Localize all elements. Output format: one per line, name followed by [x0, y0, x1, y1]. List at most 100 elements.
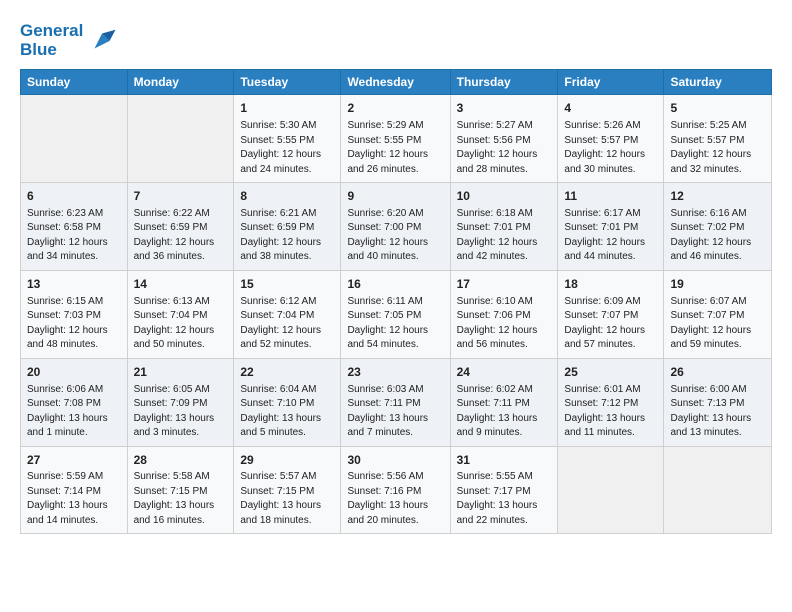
calendar-cell: 3 Sunrise: 5:27 AM Sunset: 5:56 PM Daylig… [450, 95, 558, 183]
calendar-cell: 18 Sunrise: 6:09 AM Sunset: 7:07 PM Dayli… [558, 270, 664, 358]
page: General Blue SundayMondayTuesdayWednesda… [0, 0, 792, 612]
day-number: 30 [347, 452, 443, 469]
weekday-header-thursday: Thursday [450, 70, 558, 95]
weekday-header-monday: Monday [127, 70, 234, 95]
cell-content: Sunrise: 6:01 AM Sunset: 7:12 PM Dayligh… [564, 383, 657, 441]
calendar-cell: 26Sunrise: 6:00 AM Sunset: 7:13 PM Dayli… [664, 358, 772, 446]
cell-content: Sunrise: 6:20 AM Sunset: 7:00 PM Dayligh… [347, 207, 443, 265]
cell-content: Sunrise: 6:05 AM Sunset: 7:09 PM Dayligh… [134, 383, 228, 441]
calendar-cell [127, 95, 234, 183]
day-number: 15 [240, 276, 334, 293]
cell-content: Sunrise: 6:18 AM Sunset: 7:01 PM Dayligh… [457, 207, 552, 265]
day-number: 2 [347, 100, 443, 117]
cell-content: Sunrise: 6:11 AM Sunset: 7:05 PM Dayligh… [347, 295, 443, 353]
cell-content: Sunrise: 6:00 AM Sunset: 7:13 PM Dayligh… [670, 383, 765, 441]
weekday-header-wednesday: Wednesday [341, 70, 450, 95]
calendar-cell: 17 Sunrise: 6:10 AM Sunset: 7:06 PM Dayli… [450, 270, 558, 358]
cell-content: Sunrise: 5:56 AM Sunset: 7:16 PM Dayligh… [347, 470, 443, 528]
logo-line2: Blue [20, 41, 83, 60]
day-number: 4 [564, 100, 657, 117]
cell-content: Sunrise: 6:22 AM Sunset: 6:59 PM Dayligh… [134, 207, 228, 265]
calendar-cell: 12 Sunrise: 6:16 AM Sunset: 7:02 PM Dayli… [664, 183, 772, 271]
calendar-cell: 31Sunrise: 5:55 AM Sunset: 7:17 PM Dayli… [450, 446, 558, 534]
calendar-cell: 16 Sunrise: 6:11 AM Sunset: 7:05 PM Dayli… [341, 270, 450, 358]
day-number: 27 [27, 452, 121, 469]
calendar-cell: 1 Sunrise: 5:30 AM Sunset: 5:55 PM Daylig… [234, 95, 341, 183]
cell-content: Sunrise: 6:02 AM Sunset: 7:11 PM Dayligh… [457, 383, 552, 441]
calendar-cell: 9Sunrise: 6:20 AM Sunset: 7:00 PM Daylig… [341, 183, 450, 271]
cell-content: Sunrise: 5:57 AM Sunset: 7:15 PM Dayligh… [240, 470, 334, 528]
calendar-cell: 7 Sunrise: 6:22 AM Sunset: 6:59 PM Daylig… [127, 183, 234, 271]
calendar-cell: 10Sunrise: 6:18 AM Sunset: 7:01 PM Dayli… [450, 183, 558, 271]
calendar-cell [558, 446, 664, 534]
weekday-header-row: SundayMondayTuesdayWednesdayThursdayFrid… [21, 70, 772, 95]
calendar-cell: 19Sunrise: 6:07 AM Sunset: 7:07 PM Dayli… [664, 270, 772, 358]
day-number: 7 [134, 188, 228, 205]
weekday-header-saturday: Saturday [664, 70, 772, 95]
calendar-week-row: 13Sunrise: 6:15 AM Sunset: 7:03 PM Dayli… [21, 270, 772, 358]
day-number: 1 [240, 100, 334, 117]
header: General Blue [20, 16, 772, 59]
cell-content: Sunrise: 6:21 AM Sunset: 6:59 PM Dayligh… [240, 207, 334, 265]
logo-icon [87, 26, 117, 56]
cell-content: Sunrise: 6:07 AM Sunset: 7:07 PM Dayligh… [670, 295, 765, 353]
calendar-week-row: 1 Sunrise: 5:30 AM Sunset: 5:55 PM Daylig… [21, 95, 772, 183]
cell-content: Sunrise: 6:04 AM Sunset: 7:10 PM Dayligh… [240, 383, 334, 441]
weekday-header-sunday: Sunday [21, 70, 128, 95]
day-number: 20 [27, 364, 121, 381]
calendar-cell: 8 Sunrise: 6:21 AM Sunset: 6:59 PM Daylig… [234, 183, 341, 271]
day-number: 13 [27, 276, 121, 293]
cell-content: Sunrise: 6:23 AM Sunset: 6:58 PM Dayligh… [27, 207, 121, 265]
calendar-cell: 15 Sunrise: 6:12 AM Sunset: 7:04 PM Dayli… [234, 270, 341, 358]
day-number: 3 [457, 100, 552, 117]
day-number: 23 [347, 364, 443, 381]
weekday-header-friday: Friday [558, 70, 664, 95]
cell-content: Sunrise: 5:58 AM Sunset: 7:15 PM Dayligh… [134, 470, 228, 528]
calendar-table: SundayMondayTuesdayWednesdayThursdayFrid… [20, 69, 772, 534]
cell-content: Sunrise: 6:03 AM Sunset: 7:11 PM Dayligh… [347, 383, 443, 441]
day-number: 11 [564, 188, 657, 205]
calendar-cell: 27Sunrise: 5:59 AM Sunset: 7:14 PM Dayli… [21, 446, 128, 534]
cell-content: Sunrise: 6:06 AM Sunset: 7:08 PM Dayligh… [27, 383, 121, 441]
logo-line1: General [20, 22, 83, 41]
day-number: 31 [457, 452, 552, 469]
day-number: 24 [457, 364, 552, 381]
calendar-cell: 5 Sunrise: 5:25 AM Sunset: 5:57 PM Daylig… [664, 95, 772, 183]
calendar-cell: 23 Sunrise: 6:03 AM Sunset: 7:11 PM Dayli… [341, 358, 450, 446]
cell-content: Sunrise: 6:10 AM Sunset: 7:06 PM Dayligh… [457, 295, 552, 353]
cell-content: Sunrise: 5:27 AM Sunset: 5:56 PM Dayligh… [457, 119, 552, 177]
cell-content: Sunrise: 5:29 AM Sunset: 5:55 PM Dayligh… [347, 119, 443, 177]
logo: General Blue [20, 22, 117, 59]
day-number: 17 [457, 276, 552, 293]
day-number: 16 [347, 276, 443, 293]
day-number: 14 [134, 276, 228, 293]
day-number: 6 [27, 188, 121, 205]
cell-content: Sunrise: 6:16 AM Sunset: 7:02 PM Dayligh… [670, 207, 765, 265]
cell-content: Sunrise: 5:26 AM Sunset: 5:57 PM Dayligh… [564, 119, 657, 177]
day-number: 5 [670, 100, 765, 117]
weekday-header-tuesday: Tuesday [234, 70, 341, 95]
calendar-cell: 6 Sunrise: 6:23 AM Sunset: 6:58 PM Daylig… [21, 183, 128, 271]
day-number: 8 [240, 188, 334, 205]
day-number: 28 [134, 452, 228, 469]
calendar-cell: 22 Sunrise: 6:04 AM Sunset: 7:10 PM Dayli… [234, 358, 341, 446]
cell-content: Sunrise: 6:09 AM Sunset: 7:07 PM Dayligh… [564, 295, 657, 353]
day-number: 12 [670, 188, 765, 205]
calendar-cell [664, 446, 772, 534]
calendar-cell: 2 Sunrise: 5:29 AM Sunset: 5:55 PM Daylig… [341, 95, 450, 183]
cell-content: Sunrise: 6:13 AM Sunset: 7:04 PM Dayligh… [134, 295, 228, 353]
day-number: 22 [240, 364, 334, 381]
calendar-cell: 14 Sunrise: 6:13 AM Sunset: 7:04 PM Dayli… [127, 270, 234, 358]
cell-content: Sunrise: 5:30 AM Sunset: 5:55 PM Dayligh… [240, 119, 334, 177]
calendar-cell: 29Sunrise: 5:57 AM Sunset: 7:15 PM Dayli… [234, 446, 341, 534]
cell-content: Sunrise: 6:12 AM Sunset: 7:04 PM Dayligh… [240, 295, 334, 353]
calendar-cell: 13Sunrise: 6:15 AM Sunset: 7:03 PM Dayli… [21, 270, 128, 358]
calendar-cell [21, 95, 128, 183]
day-number: 21 [134, 364, 228, 381]
calendar-cell: 20 Sunrise: 6:06 AM Sunset: 7:08 PM Dayli… [21, 358, 128, 446]
day-number: 18 [564, 276, 657, 293]
calendar-cell: 21 Sunrise: 6:05 AM Sunset: 7:09 PM Dayli… [127, 358, 234, 446]
cell-content: Sunrise: 5:59 AM Sunset: 7:14 PM Dayligh… [27, 470, 121, 528]
cell-content: Sunrise: 6:17 AM Sunset: 7:01 PM Dayligh… [564, 207, 657, 265]
cell-content: Sunrise: 5:25 AM Sunset: 5:57 PM Dayligh… [670, 119, 765, 177]
